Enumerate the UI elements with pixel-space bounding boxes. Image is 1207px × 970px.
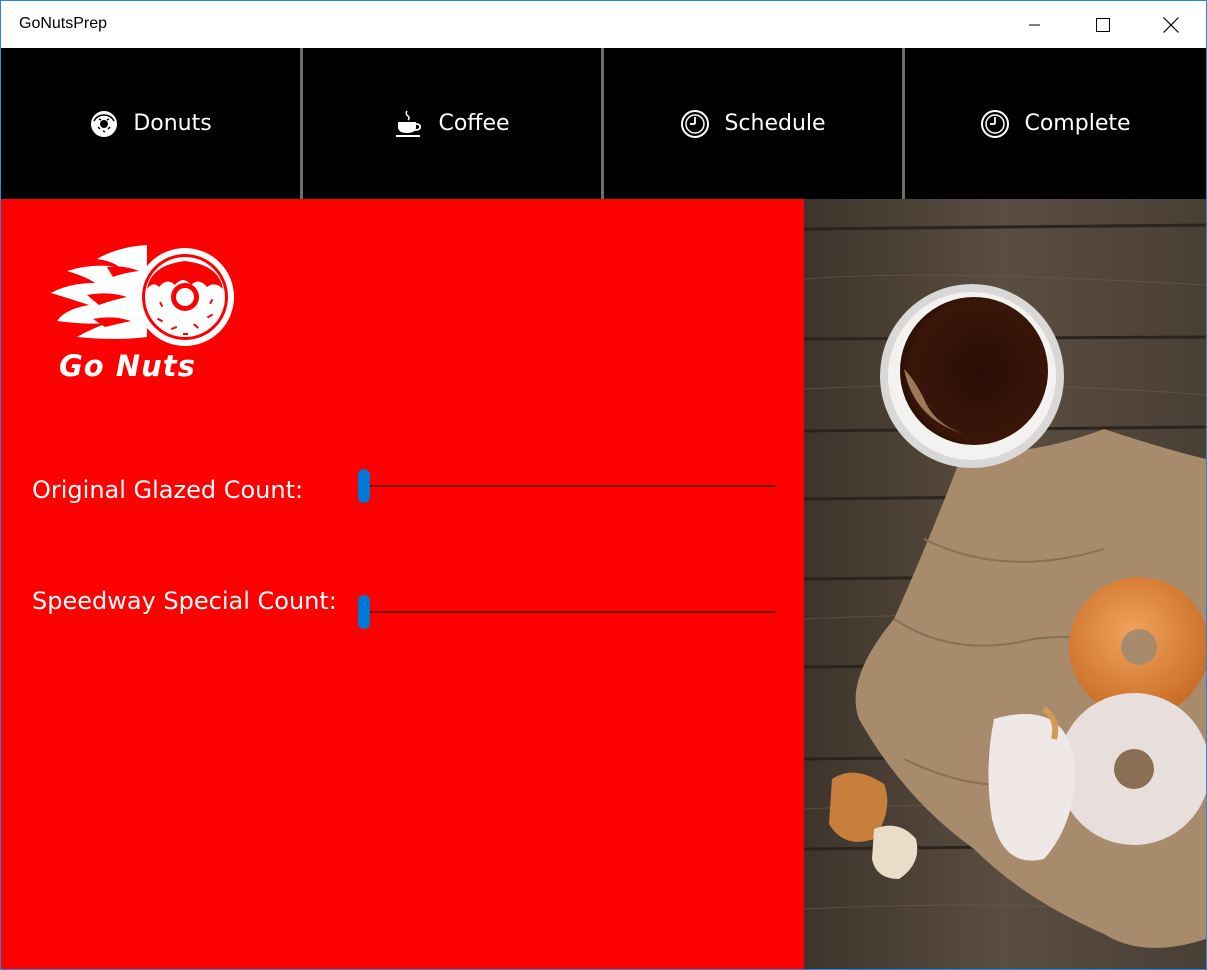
nav-bar: Donuts Coffee Schedule Complete bbox=[1, 48, 1206, 199]
title-bar: GoNutsPrep bbox=[1, 1, 1206, 48]
nav-item-schedule[interactable]: Schedule bbox=[604, 48, 902, 199]
close-button[interactable] bbox=[1137, 1, 1205, 48]
form-panel: Go Nuts Original Glazed Count: Speedway … bbox=[1, 199, 804, 969]
main-content: Go Nuts Original Glazed Count: Speedway … bbox=[1, 199, 1206, 969]
window-title: GoNutsPrep bbox=[19, 15, 108, 32]
coffee-icon bbox=[396, 110, 422, 137]
app-window: GoNutsPrep Donuts Coffee Schedule Comple… bbox=[0, 0, 1207, 970]
nav-item-donuts[interactable]: Donuts bbox=[1, 48, 300, 199]
maximize-icon bbox=[1096, 17, 1110, 32]
minimize-button[interactable] bbox=[1001, 1, 1069, 48]
clock-icon bbox=[681, 109, 710, 138]
speedway-special-label: Speedway Special Count: bbox=[32, 587, 337, 615]
slider-thumb[interactable] bbox=[358, 595, 370, 629]
donut-icon bbox=[91, 110, 118, 137]
speedway-special-slider[interactable] bbox=[358, 592, 776, 632]
close-icon bbox=[1163, 16, 1179, 33]
nav-item-label: Complete bbox=[1024, 111, 1131, 136]
slider-track bbox=[358, 485, 776, 487]
nav-item-label: Coffee bbox=[438, 111, 510, 136]
clock-icon bbox=[981, 109, 1010, 138]
slider-thumb[interactable] bbox=[358, 469, 370, 503]
nav-item-label: Donuts bbox=[133, 111, 212, 136]
original-glazed-label: Original Glazed Count: bbox=[32, 476, 304, 504]
nav-item-label: Schedule bbox=[724, 111, 826, 136]
slider-track bbox=[358, 611, 776, 613]
maximize-button[interactable] bbox=[1069, 1, 1137, 48]
minimize-icon bbox=[1029, 24, 1040, 25]
nav-item-coffee[interactable]: Coffee bbox=[303, 48, 601, 199]
logo-text: Go Nuts bbox=[59, 349, 196, 383]
original-glazed-slider[interactable] bbox=[358, 466, 776, 506]
coffee-donuts-photo bbox=[804, 199, 1206, 969]
nav-item-complete[interactable]: Complete bbox=[905, 48, 1206, 199]
